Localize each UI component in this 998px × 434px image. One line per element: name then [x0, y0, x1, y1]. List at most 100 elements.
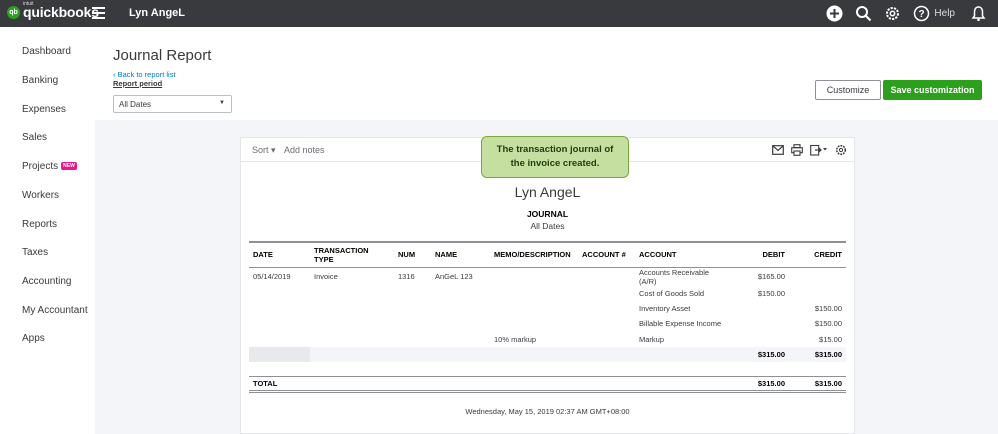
- cell-name: [431, 332, 490, 347]
- qb-logo-icon: qb: [7, 5, 20, 19]
- cell-debit[interactable]: $150.00: [731, 286, 789, 301]
- cell-memo: [490, 267, 578, 286]
- subtotal-debit[interactable]: $315.00: [731, 347, 789, 363]
- caret-down-icon: ▾: [268, 145, 276, 155]
- cell-transaction-type: [310, 286, 394, 301]
- cell-date[interactable]: 05/14/2019: [249, 267, 310, 286]
- cell-account-number: [578, 267, 635, 286]
- cell-date: [249, 332, 310, 347]
- cell-num: [394, 332, 431, 347]
- cell-account[interactable]: Billable Expense Income: [635, 316, 731, 331]
- create-plus-icon[interactable]: [825, 5, 843, 23]
- print-icon[interactable]: [790, 143, 804, 157]
- column-header-credit[interactable]: CREDIT: [789, 242, 846, 267]
- column-header-date[interactable]: DATE: [249, 242, 310, 267]
- sidebar-item-dashboard[interactable]: Dashboard: [22, 46, 71, 57]
- cell-credit[interactable]: $150.00: [789, 316, 846, 331]
- logo-wordmark: quickbooks: [23, 4, 99, 20]
- report-date-range: All Dates: [530, 221, 565, 231]
- cell-name: [431, 316, 490, 331]
- total-debit[interactable]: $315.00: [731, 376, 789, 391]
- sidebar-item-expenses[interactable]: Expenses: [22, 104, 66, 115]
- sidebar-item-projects[interactable]: Projects NEW: [22, 161, 77, 172]
- column-header-debit[interactable]: DEBIT: [731, 242, 789, 267]
- subtotal-credit[interactable]: $315.00: [789, 347, 846, 363]
- email-icon[interactable]: [771, 143, 785, 157]
- sidebar-item-banking[interactable]: Banking: [22, 75, 58, 86]
- sidebar-item-sales[interactable]: Sales: [22, 132, 47, 143]
- cell-memo[interactable]: 10% markup: [490, 332, 578, 347]
- bell-icon[interactable]: [969, 5, 987, 23]
- logo-intuit-text: intuit: [23, 1, 34, 7]
- cell-credit[interactable]: $150.00: [789, 301, 846, 316]
- chevron-down-icon: ▼: [219, 100, 225, 106]
- sidebar-item-apps[interactable]: Apps: [22, 333, 45, 344]
- cell-account[interactable]: Markup: [635, 332, 731, 347]
- save-customization-button[interactable]: Save customization: [883, 80, 982, 100]
- quickbooks-logo[interactable]: qb intuit quickbooks: [7, 1, 99, 20]
- cell-account-number: [578, 286, 635, 301]
- cell-num[interactable]: 1316: [394, 267, 431, 286]
- cell-date: [249, 316, 310, 331]
- sidebar-item-my-accountant[interactable]: My Accountant: [22, 305, 88, 316]
- gear-icon[interactable]: [883, 5, 901, 23]
- cell-debit: [731, 316, 789, 331]
- total-credit[interactable]: $315.00: [789, 376, 846, 391]
- export-icon[interactable]: [809, 143, 829, 157]
- cell-debit[interactable]: $165.00: [731, 267, 789, 286]
- gear-icon[interactable]: [834, 143, 848, 157]
- column-header-transaction-type[interactable]: TRANSACTION TYPE: [310, 242, 394, 267]
- cell-transaction-type[interactable]: Invoice: [310, 267, 394, 286]
- search-icon[interactable]: [854, 5, 872, 23]
- report-period-select[interactable]: All Dates ▼: [113, 95, 232, 113]
- table-row: Inventory Asset $150.00: [249, 301, 846, 316]
- cell-transaction-type: [310, 332, 394, 347]
- cell-memo: [490, 301, 578, 316]
- table-row: 05/14/2019 Invoice 1316 AnGeL 123 Accoun…: [249, 267, 846, 286]
- column-header-account-number[interactable]: ACCOUNT #: [578, 242, 635, 267]
- sidebar-item-taxes[interactable]: Taxes: [22, 247, 48, 258]
- table-row: Cost of Goods Sold $150.00: [249, 286, 846, 301]
- cell-account-number: [578, 301, 635, 316]
- sidebar-item-reports[interactable]: Reports: [22, 219, 57, 230]
- cell-credit[interactable]: [789, 267, 846, 286]
- svg-text:?: ?: [918, 9, 924, 20]
- sidebar: Dashboard Banking Expenses Sales Project…: [0, 27, 95, 434]
- menu-icon[interactable]: [92, 7, 105, 19]
- report-header: Journal Report ‹ Back to report list Rep…: [95, 27, 998, 120]
- sort-dropdown[interactable]: Sort ▾: [252, 145, 276, 156]
- journal-table: DATE TRANSACTION TYPE NUM NAME MEMO/DESC…: [249, 241, 846, 393]
- subtotal-row: $315.00 $315.00: [249, 347, 846, 363]
- cell-name: [431, 286, 490, 301]
- cell-credit[interactable]: $15.00: [789, 332, 846, 347]
- column-header-account[interactable]: ACCOUNT: [635, 242, 731, 267]
- cell-account[interactable]: Accounts Receivable (A/R): [635, 267, 731, 286]
- cell-name[interactable]: AnGeL 123: [431, 267, 490, 286]
- page-title: Journal Report: [113, 47, 212, 64]
- company-name: Lyn AngeL: [129, 7, 186, 19]
- help-icon[interactable]: ?: [912, 5, 930, 23]
- sidebar-item-workers[interactable]: Workers: [22, 190, 59, 201]
- cell-account[interactable]: Cost of Goods Sold: [635, 286, 731, 301]
- new-badge: NEW: [61, 162, 77, 171]
- add-notes-link[interactable]: Add notes: [284, 145, 325, 155]
- sidebar-item-accounting[interactable]: Accounting: [22, 276, 71, 287]
- report-company-name: Lyn AngeL: [514, 184, 581, 200]
- report-period-label: Report period: [113, 79, 163, 88]
- back-to-report-list-link[interactable]: ‹ Back to report list: [113, 70, 176, 79]
- cell-account-number: [578, 332, 635, 347]
- column-header-memo[interactable]: MEMO/DESCRIPTION: [490, 242, 578, 267]
- cell-name: [431, 301, 490, 316]
- cell-date: [249, 286, 310, 301]
- help-label[interactable]: Help: [934, 8, 955, 19]
- column-header-num[interactable]: NUM: [394, 242, 431, 267]
- cell-num: [394, 286, 431, 301]
- cell-date: [249, 301, 310, 316]
- cell-debit: [731, 301, 789, 316]
- cell-account[interactable]: Inventory Asset: [635, 301, 731, 316]
- column-header-name[interactable]: NAME: [431, 242, 490, 267]
- cell-num: [394, 316, 431, 331]
- customize-button[interactable]: Customize: [815, 80, 881, 100]
- annotation-callout: The transaction journal of the invoice c…: [481, 136, 629, 178]
- table-row: 10% markup Markup $15.00: [249, 332, 846, 347]
